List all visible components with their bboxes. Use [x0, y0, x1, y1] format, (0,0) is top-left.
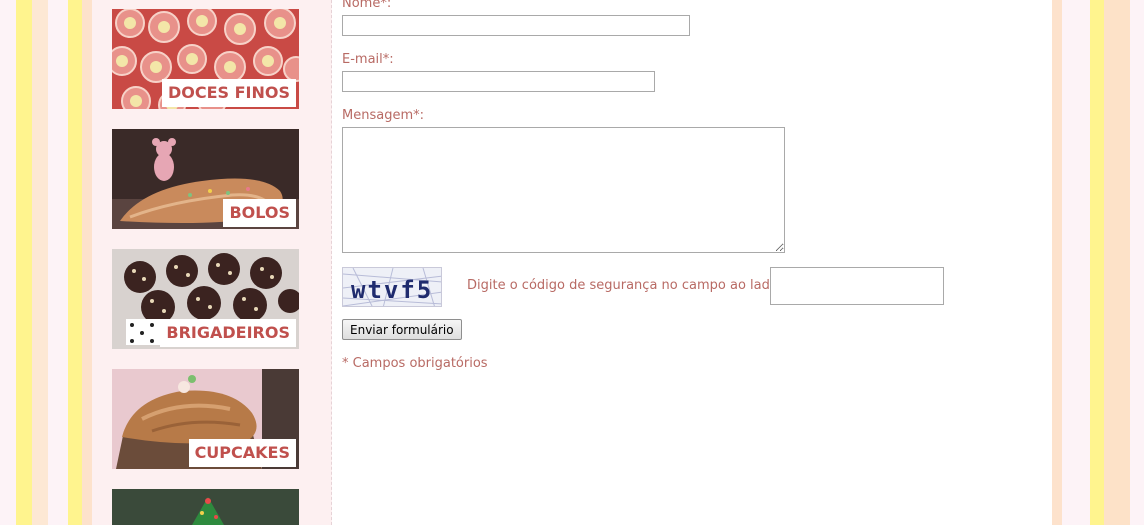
stripe-left-2 [16, 0, 32, 525]
stripe-right-4 [1104, 0, 1130, 525]
email-label: E-mail*: [342, 52, 394, 67]
category-label: CUPCAKES [188, 439, 296, 467]
captcha-image: wtvf5 [342, 267, 442, 307]
stripe-right-1 [1052, 0, 1062, 525]
category-sidebar: DOCES FINOS BOLOS BRIGADEIROS CUPCAKES [92, 0, 332, 525]
category-brigadeiros[interactable]: BRIGADEIROS [112, 249, 299, 349]
category-label: BRIGADEIROS [160, 319, 296, 347]
message-label: Mensagem*: [342, 108, 424, 123]
fifth-category-photo [112, 489, 299, 525]
page-content: DOCES FINOS BOLOS BRIGADEIROS CUPCAKES N… [92, 0, 1052, 525]
category-doces-finos[interactable]: DOCES FINOS [112, 9, 299, 109]
category-fifth[interactable] [112, 489, 299, 525]
stripe-right-3 [1090, 0, 1104, 525]
captcha-code: wtvf5 [351, 276, 433, 304]
name-label: Nome*: [342, 0, 392, 11]
category-label: BOLOS [223, 199, 296, 227]
stripe-right-5 [1130, 0, 1144, 525]
stripe-left-5 [68, 0, 82, 525]
stripe-left-3 [32, 0, 48, 525]
category-cupcakes[interactable]: CUPCAKES [112, 369, 299, 469]
captcha-hint: Digite o código de segurança no campo ao… [467, 278, 778, 293]
name-input[interactable] [342, 15, 690, 36]
submit-button[interactable]: Enviar formulário [342, 319, 462, 340]
captcha-input[interactable] [770, 267, 944, 305]
category-label: DOCES FINOS [161, 79, 296, 107]
stripe-left-6 [82, 0, 92, 525]
required-fields-note: * Campos obrigatórios [342, 356, 488, 371]
contact-form: Nome*: E-mail*: Mensagem*: wtvf5 Digite … [342, 0, 1042, 525]
category-bolos[interactable]: BOLOS [112, 129, 299, 229]
stripe-right-2 [1062, 0, 1090, 525]
email-input[interactable] [342, 71, 655, 92]
stripe-left-1 [0, 0, 16, 525]
stripe-left-4 [48, 0, 68, 525]
message-textarea[interactable] [342, 127, 785, 253]
